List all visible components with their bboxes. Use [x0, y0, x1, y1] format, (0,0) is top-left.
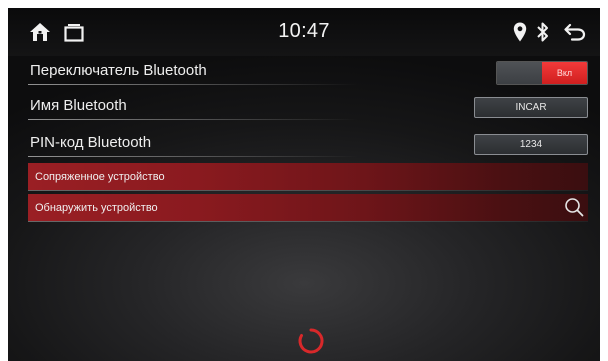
bluetooth-icon	[537, 22, 548, 42]
paired-devices-label: Сопряженное устройство	[35, 170, 165, 183]
status-bar: 10:47	[8, 8, 600, 56]
clock: 10:47	[278, 20, 330, 42]
toggle-on-segment: Вкл	[542, 62, 587, 84]
bluetooth-name-field[interactable]: INCAR	[474, 97, 588, 118]
location-pin-icon	[513, 22, 527, 42]
divider	[28, 221, 588, 222]
bluetooth-pin-label: PIN-код Bluetooth	[30, 133, 152, 151]
divider	[28, 190, 588, 191]
divider	[28, 156, 358, 157]
back-icon[interactable]	[564, 23, 586, 41]
discover-devices-label: Обнаружить устройство	[35, 201, 158, 214]
toggle-off-segment	[497, 62, 542, 84]
loading-spinner-icon	[298, 328, 324, 354]
paired-devices-button[interactable]: Сопряженное устройство	[28, 163, 588, 191]
bluetooth-pin-field[interactable]: 1234	[474, 134, 588, 155]
bluetooth-toggle-label: Переключатель Bluetooth	[30, 61, 207, 79]
discover-devices-button[interactable]: Обнаружить устройство	[28, 194, 588, 222]
bluetooth-settings-screen: 10:47 Переключатель Bluetooth Вкл Имя Bl…	[8, 8, 600, 361]
divider	[28, 119, 358, 120]
search-icon[interactable]	[564, 197, 584, 217]
bluetooth-name-label: Имя Bluetooth	[30, 96, 127, 114]
bluetooth-toggle-row: Переключатель Bluetooth Вкл	[28, 55, 588, 85]
bluetooth-name-row: Имя Bluetooth INCAR	[28, 90, 588, 120]
bluetooth-toggle-switch[interactable]: Вкл	[496, 61, 588, 85]
bluetooth-pin-row: PIN-код Bluetooth 1234	[28, 127, 588, 157]
divider	[28, 84, 358, 85]
